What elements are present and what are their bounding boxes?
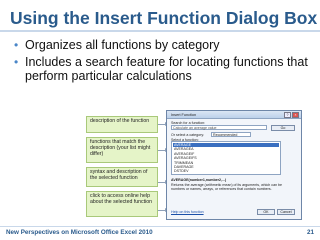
connector-line [158,150,165,151]
help-icon[interactable]: ? [284,112,291,118]
footer-text: New Perspectives on Microsoft Office Exc… [6,229,153,236]
list-item[interactable]: DSTDEV [173,169,279,173]
function-signature: AVERAGE(number1,number2,...) [171,178,227,182]
insert-function-dialog: Insert Function ? × Search for a function… [166,110,302,220]
callout-description: description of the function [86,116,158,133]
callout-syntax: syntax and description of the selected f… [86,167,158,187]
callout-help: click to access online help about the se… [86,191,158,217]
help-link[interactable]: Help on this function [171,210,204,214]
search-label: Search for a function: [171,120,206,125]
dialog-title: Insert Function [171,112,197,117]
bullet-list: • Organizes all functions by category • … [14,38,314,86]
callout-matching-functions: functions that match the description (yo… [86,137,158,163]
bullet-item: • Includes a search feature for locating… [14,55,314,84]
dialog-controls: ? × [283,112,299,118]
footer-divider [0,226,320,227]
bullet-dot-icon: • [14,54,19,69]
function-list[interactable]: AVERAGE AVERAGEA AVERAGEIF AVERAGEIFS TR… [171,141,281,175]
bullet-text: Includes a search feature for locating f… [25,54,308,84]
connector-line [158,124,165,125]
close-icon[interactable]: × [292,112,299,118]
function-description: Returns the average (arithmetic mean) of… [171,183,283,192]
bullet-item: • Organizes all functions by category [14,38,314,53]
title-divider [0,30,320,32]
dialog-titlebar[interactable]: Insert Function ? × [167,111,301,119]
search-input[interactable]: Calculate an average value [171,125,267,130]
category-select[interactable]: Recommended [211,132,251,137]
bullet-text: Organizes all functions by category [25,38,220,52]
cancel-button[interactable]: Cancel [277,209,295,215]
connector-line [158,210,165,211]
ok-button[interactable]: OK [257,209,275,215]
go-button[interactable]: Go [271,124,295,131]
category-label: Or select a category: [171,132,205,137]
page-number: 21 [306,229,314,236]
bullet-dot-icon: • [14,38,19,52]
connector-line [158,182,165,183]
slide-title: Using the Insert Function Dialog Box [10,8,318,28]
